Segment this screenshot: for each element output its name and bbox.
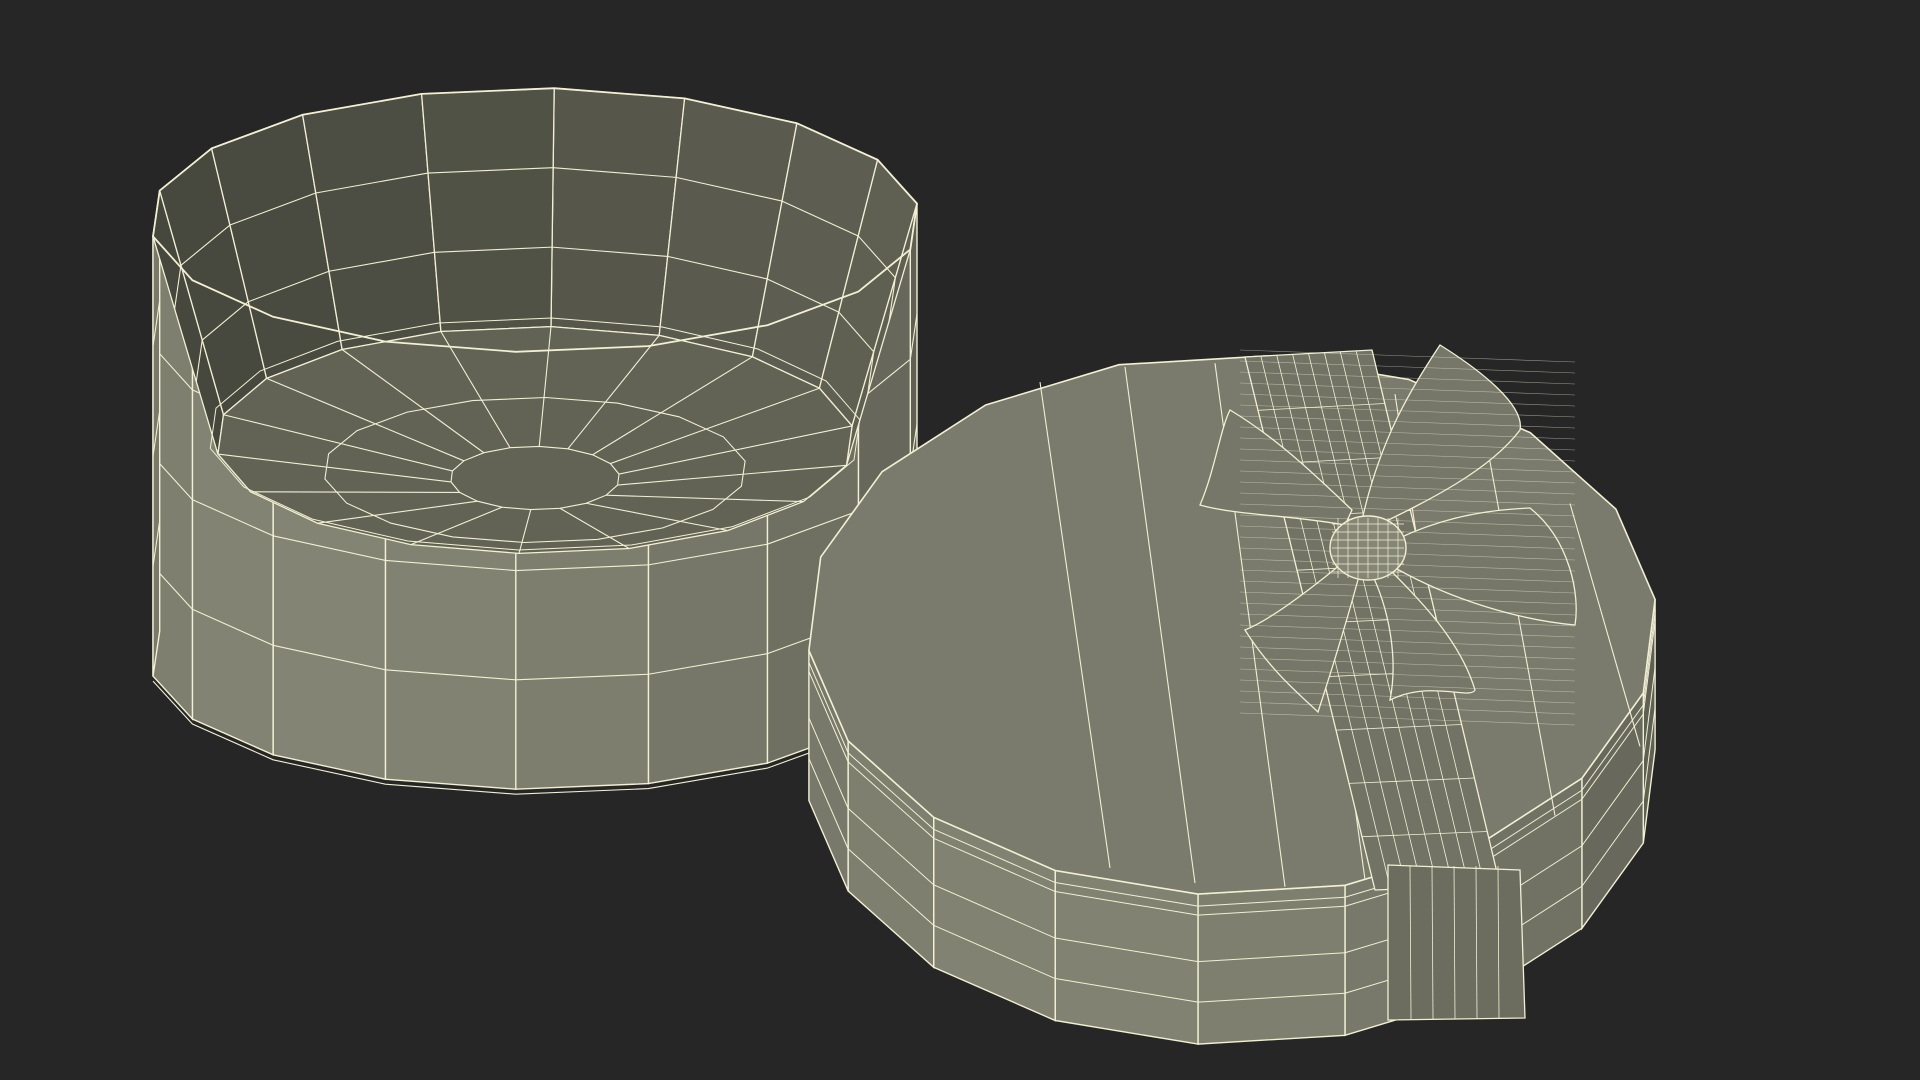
lid-side-face: [1054, 869, 1199, 1045]
ribbon-side: [1387, 864, 1526, 1021]
render-viewport: [0, 0, 1920, 1080]
box-lid: [808, 344, 1656, 1045]
lid-side-face: [1197, 884, 1346, 1045]
floor-spoke: [250, 491, 460, 493]
box-base: [152, 87, 918, 795]
inner-wall-face: [420, 87, 555, 333]
